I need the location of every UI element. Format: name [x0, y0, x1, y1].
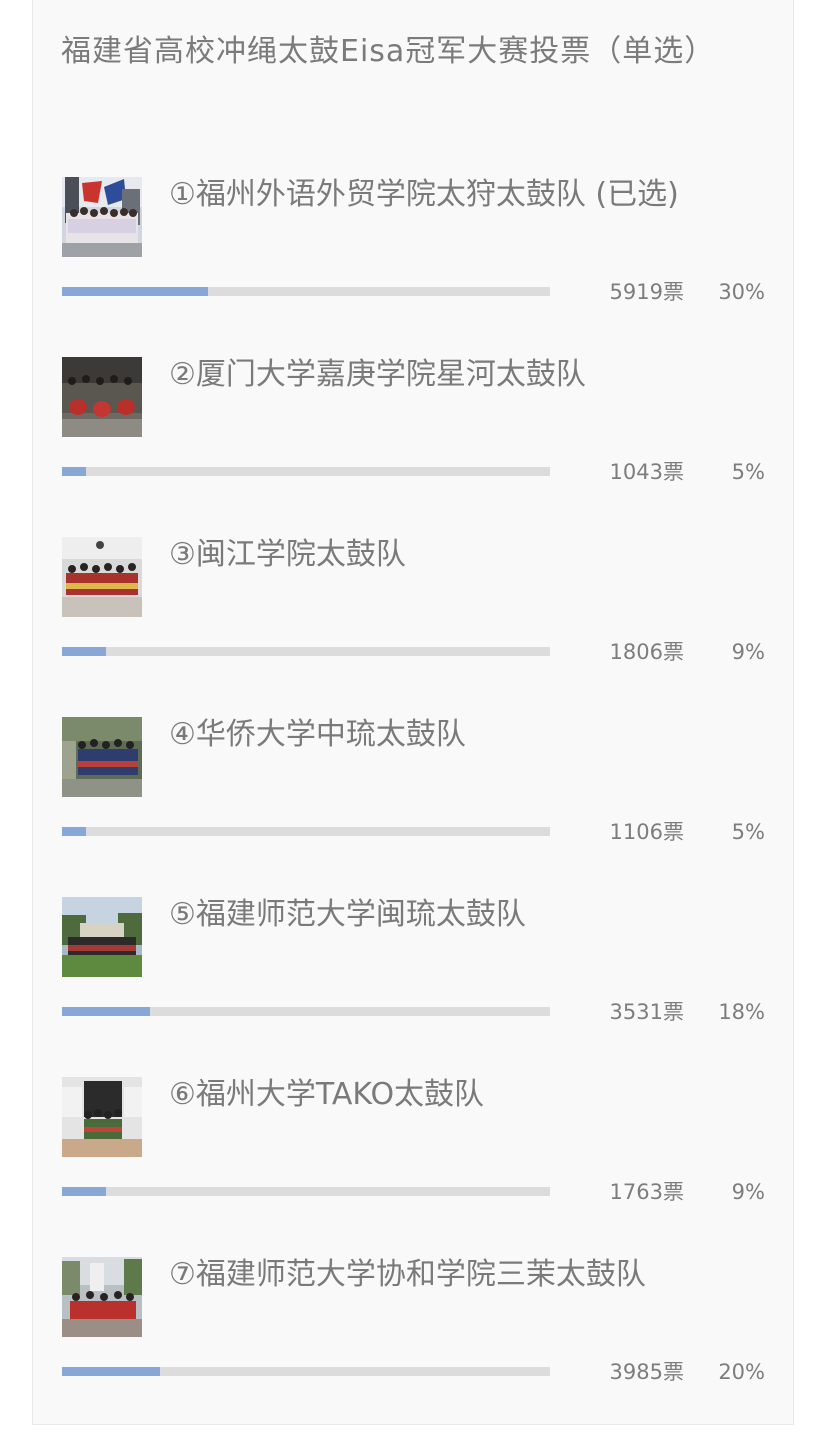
vote-progress-fill: [62, 647, 106, 656]
vote-count: 3531票: [609, 1000, 684, 1024]
vote-progress-bar: [62, 1007, 550, 1016]
option-photo: [62, 537, 142, 617]
vote-progress-bar: [62, 1367, 550, 1376]
poll-card: 福建省高校冲绳太鼓Eisa冠军大赛投票（单选） ①福州外语外贸学院太狩太鼓队 (…: [32, 0, 794, 1425]
vote-progress-bar: [62, 287, 550, 296]
option-photo: [62, 1077, 142, 1157]
vote-percent: 30%: [718, 280, 765, 304]
vote-count: 3985票: [609, 1360, 684, 1384]
vote-count: 5919票: [609, 280, 684, 304]
option-photo: [62, 717, 142, 797]
option-photo: [62, 177, 142, 257]
vote-count: 1043票: [609, 460, 684, 484]
option-label: ⑥福州大学TAKO太鼓队: [169, 1077, 485, 1112]
option-label: ①福州外语外贸学院太狩太鼓队 (已选): [169, 177, 679, 212]
vote-progress-bar: [62, 467, 550, 476]
option-label: ④华侨大学中琉太鼓队: [169, 717, 466, 752]
vote-percent: 20%: [718, 1360, 765, 1384]
poll-title: 福建省高校冲绳太鼓Eisa冠军大赛投票（单选）: [61, 34, 716, 69]
poll-option-7[interactable]: ⑦福建师范大学协和学院三茉太鼓队 3985票 20%: [33, 1257, 795, 1437]
vote-progress-fill: [62, 287, 209, 296]
poll-option-1[interactable]: ①福州外语外贸学院太狩太鼓队 (已选) 5919票 30%: [33, 177, 795, 357]
poll-option-3[interactable]: ③闽江学院太鼓队 1806票 9%: [33, 537, 795, 717]
option-photo: [62, 357, 142, 437]
vote-count: 1806票: [609, 640, 684, 664]
vote-percent: 9%: [731, 640, 765, 664]
option-label: ⑦福建师范大学协和学院三茉太鼓队: [169, 1257, 646, 1292]
vote-count: 1763票: [609, 1180, 684, 1204]
poll-option-2[interactable]: ②厦门大学嘉庚学院星河太鼓队 1043票 5%: [33, 357, 795, 537]
vote-percent: 18%: [718, 1000, 765, 1024]
option-label: ⑤福建师范大学闽琉太鼓队: [169, 897, 526, 932]
option-label: ③闽江学院太鼓队: [169, 537, 406, 572]
vote-percent: 5%: [731, 820, 765, 844]
vote-progress-fill: [62, 1367, 160, 1376]
vote-percent: 9%: [731, 1180, 765, 1204]
option-label: ②厦门大学嘉庚学院星河太鼓队: [169, 357, 586, 392]
vote-count: 1106票: [609, 820, 684, 844]
vote-progress-fill: [62, 827, 87, 836]
vote-progress-bar: [62, 647, 550, 656]
poll-option-5[interactable]: ⑤福建师范大学闽琉太鼓队 3531票 18%: [33, 897, 795, 1077]
vote-progress-bar: [62, 1187, 550, 1196]
vote-progress-bar: [62, 827, 550, 836]
option-photo: [62, 1257, 142, 1337]
vote-percent: 5%: [731, 460, 765, 484]
vote-progress-fill: [62, 467, 87, 476]
vote-progress-fill: [62, 1007, 150, 1016]
poll-option-4[interactable]: ④华侨大学中琉太鼓队 1106票 5%: [33, 717, 795, 897]
option-photo: [62, 897, 142, 977]
poll-option-6[interactable]: ⑥福州大学TAKO太鼓队 1763票 9%: [33, 1077, 795, 1257]
vote-progress-fill: [62, 1187, 106, 1196]
